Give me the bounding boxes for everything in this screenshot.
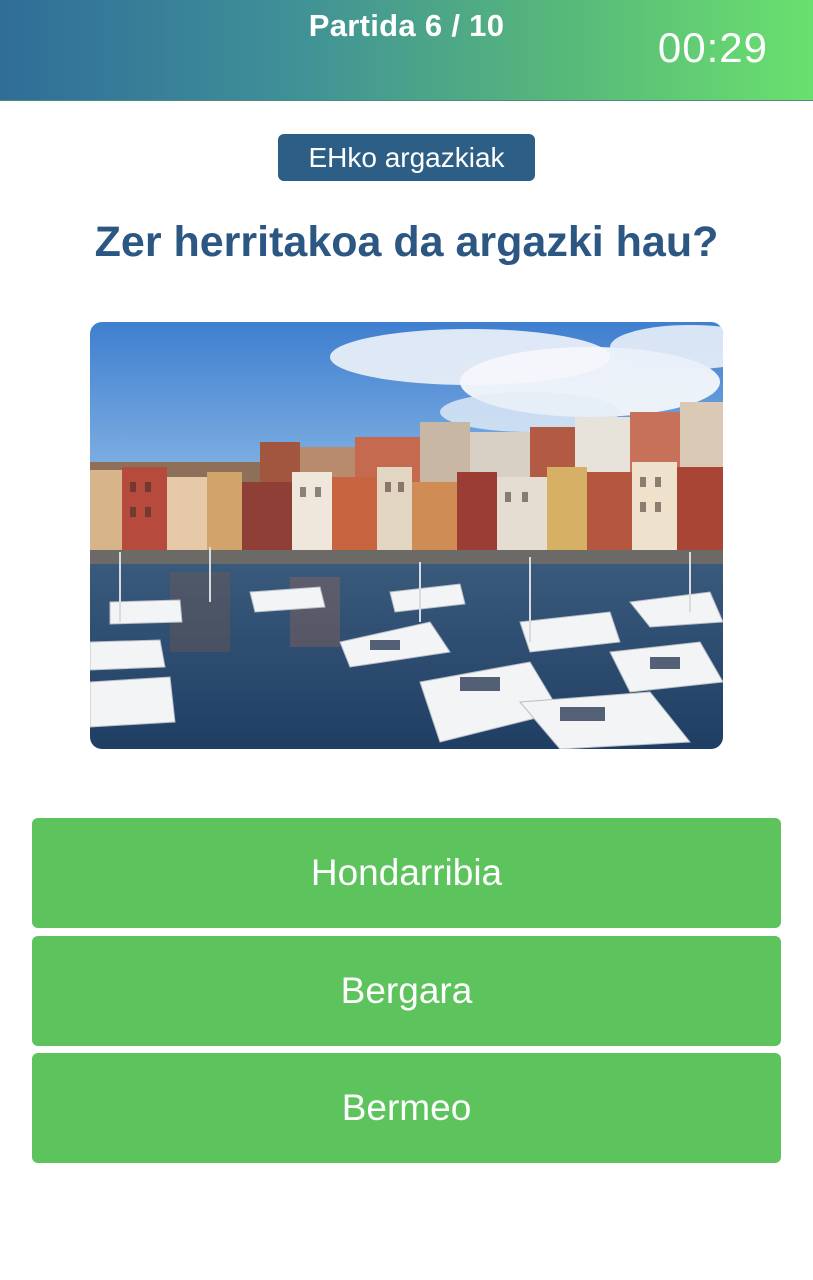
question-photo — [90, 322, 723, 749]
countdown-timer: 00:29 — [657, 24, 768, 71]
answer-button-2[interactable]: Bergara — [32, 936, 781, 1046]
answer-button-1[interactable]: Hondarribia — [32, 818, 781, 928]
header-bar: Partida 6 / 10 00:29 — [0, 0, 813, 101]
question-text: Zer herritakoa da argazki hau? — [94, 218, 719, 266]
quiz-screen: Partida 6 / 10 00:29 EHko argazkiak Zer … — [0, 0, 813, 1280]
answer-button-3[interactable]: Bermeo — [32, 1053, 781, 1163]
category-badge: EHko argazkiak — [278, 134, 535, 181]
